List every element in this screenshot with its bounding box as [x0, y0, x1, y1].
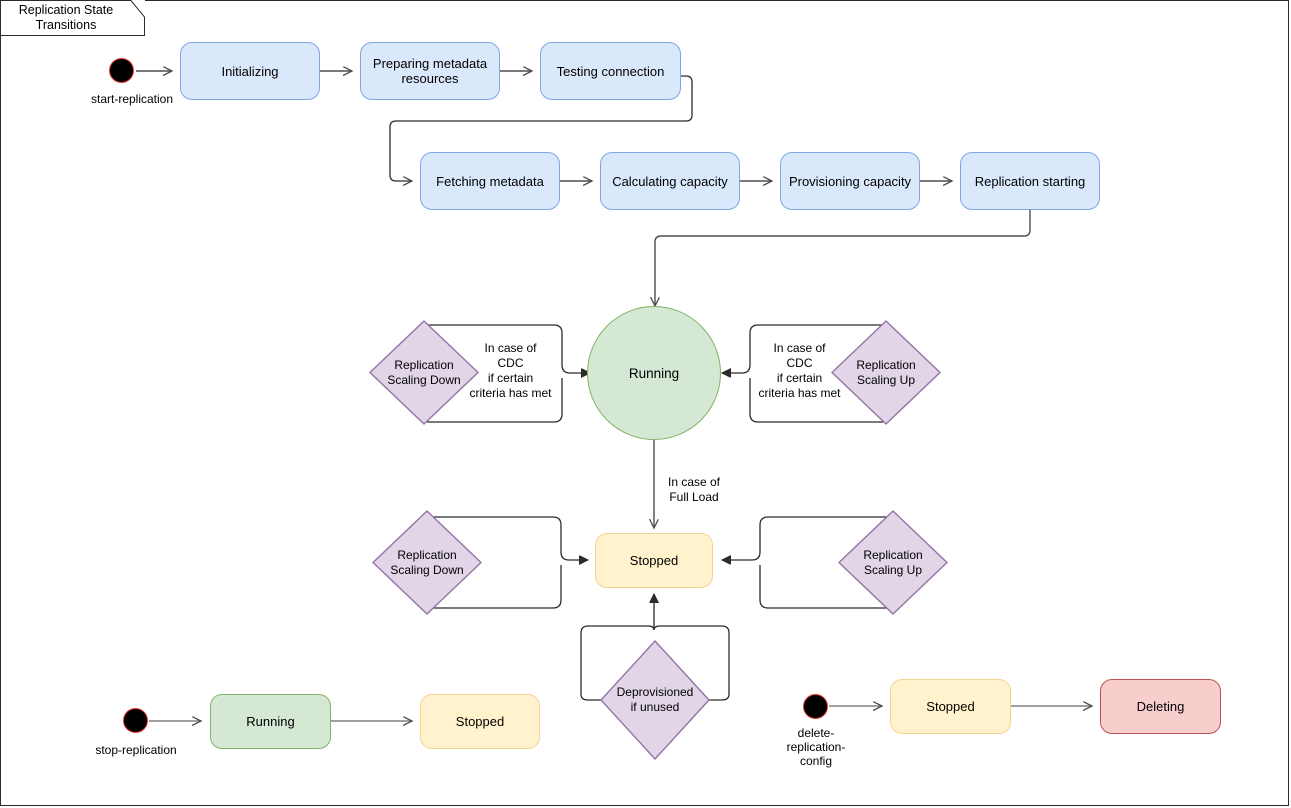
state-testing-connection-label: Testing connection: [556, 63, 665, 79]
state-calculating-capacity-label: Calculating capacity: [612, 173, 728, 189]
state-preparing-metadata-resources-label: Preparing metadata resources: [372, 56, 488, 86]
state-deleting[interactable]: Deleting: [1100, 679, 1221, 734]
start-node-start-replication[interactable]: [109, 58, 134, 83]
state-stopped-main[interactable]: Stopped: [595, 533, 713, 588]
state-running-stop-flow[interactable]: Running: [210, 694, 331, 749]
delete-replication-config-label: delete- replication- config: [786, 726, 846, 768]
state-stopped-stop-flow[interactable]: Stopped: [420, 694, 540, 749]
edge-replication-starting-to-running: [655, 210, 1031, 306]
diagram-title-tab: Replication State Transitions: [0, 0, 145, 36]
decision-scaling-up-stopped-label: Replication Scaling Up: [863, 547, 923, 577]
decision-scaling-down-stopped-label: Replication Scaling Down: [390, 547, 464, 577]
state-preparing-metadata-resources[interactable]: Preparing metadata resources: [360, 42, 500, 100]
decision-deprovisioned-if-unused-label: Deprovisioned if unused: [616, 685, 694, 714]
edge-label-cdc-right: In case of CDC if certain criteria has m…: [758, 341, 841, 400]
state-stopped-stop-flow-label: Stopped: [455, 714, 505, 729]
edge-label-full-load: In case of Full Load: [667, 475, 721, 504]
diagram-title: Replication State Transitions: [18, 3, 114, 32]
state-initializing-label: Initializing: [221, 63, 279, 79]
state-fetching-metadata-label: Fetching metadata: [436, 173, 544, 189]
decision-scaling-up-stopped[interactable]: Replication Scaling Up: [838, 510, 948, 615]
state-calculating-capacity[interactable]: Calculating capacity: [600, 152, 740, 210]
state-testing-connection[interactable]: Testing connection: [540, 42, 681, 100]
start-node-delete-replication-config[interactable]: [803, 694, 828, 719]
stop-replication-label: stop-replication: [95, 743, 177, 757]
state-deleting-label: Deleting: [1136, 699, 1185, 714]
state-running-main[interactable]: Running: [587, 306, 721, 440]
start-node-stop-replication[interactable]: [123, 708, 148, 733]
decision-deprovisioned-if-unused[interactable]: Deprovisioned if unused: [600, 640, 710, 760]
state-provisioning-capacity[interactable]: Provisioning capacity: [780, 152, 920, 210]
state-fetching-metadata[interactable]: Fetching metadata: [420, 152, 560, 210]
diagram-canvas: Replication State Transitions start-repl…: [0, 0, 1291, 808]
state-running-main-label: Running: [628, 365, 680, 381]
edge-label-cdc-left: In case of CDC if certain criteria has m…: [469, 341, 552, 400]
state-replication-starting-label: Replication starting: [974, 173, 1086, 189]
state-stopped-delete-flow[interactable]: Stopped: [890, 679, 1011, 734]
start-replication-label: start-replication: [90, 92, 174, 106]
state-running-stop-flow-label: Running: [246, 714, 295, 729]
state-stopped-main-label: Stopped: [629, 553, 679, 568]
state-stopped-delete-flow-label: Stopped: [926, 699, 975, 714]
state-replication-starting[interactable]: Replication starting: [960, 152, 1100, 210]
state-provisioning-capacity-label: Provisioning capacity: [788, 173, 912, 189]
decision-scaling-down-stopped[interactable]: Replication Scaling Down: [372, 510, 482, 615]
